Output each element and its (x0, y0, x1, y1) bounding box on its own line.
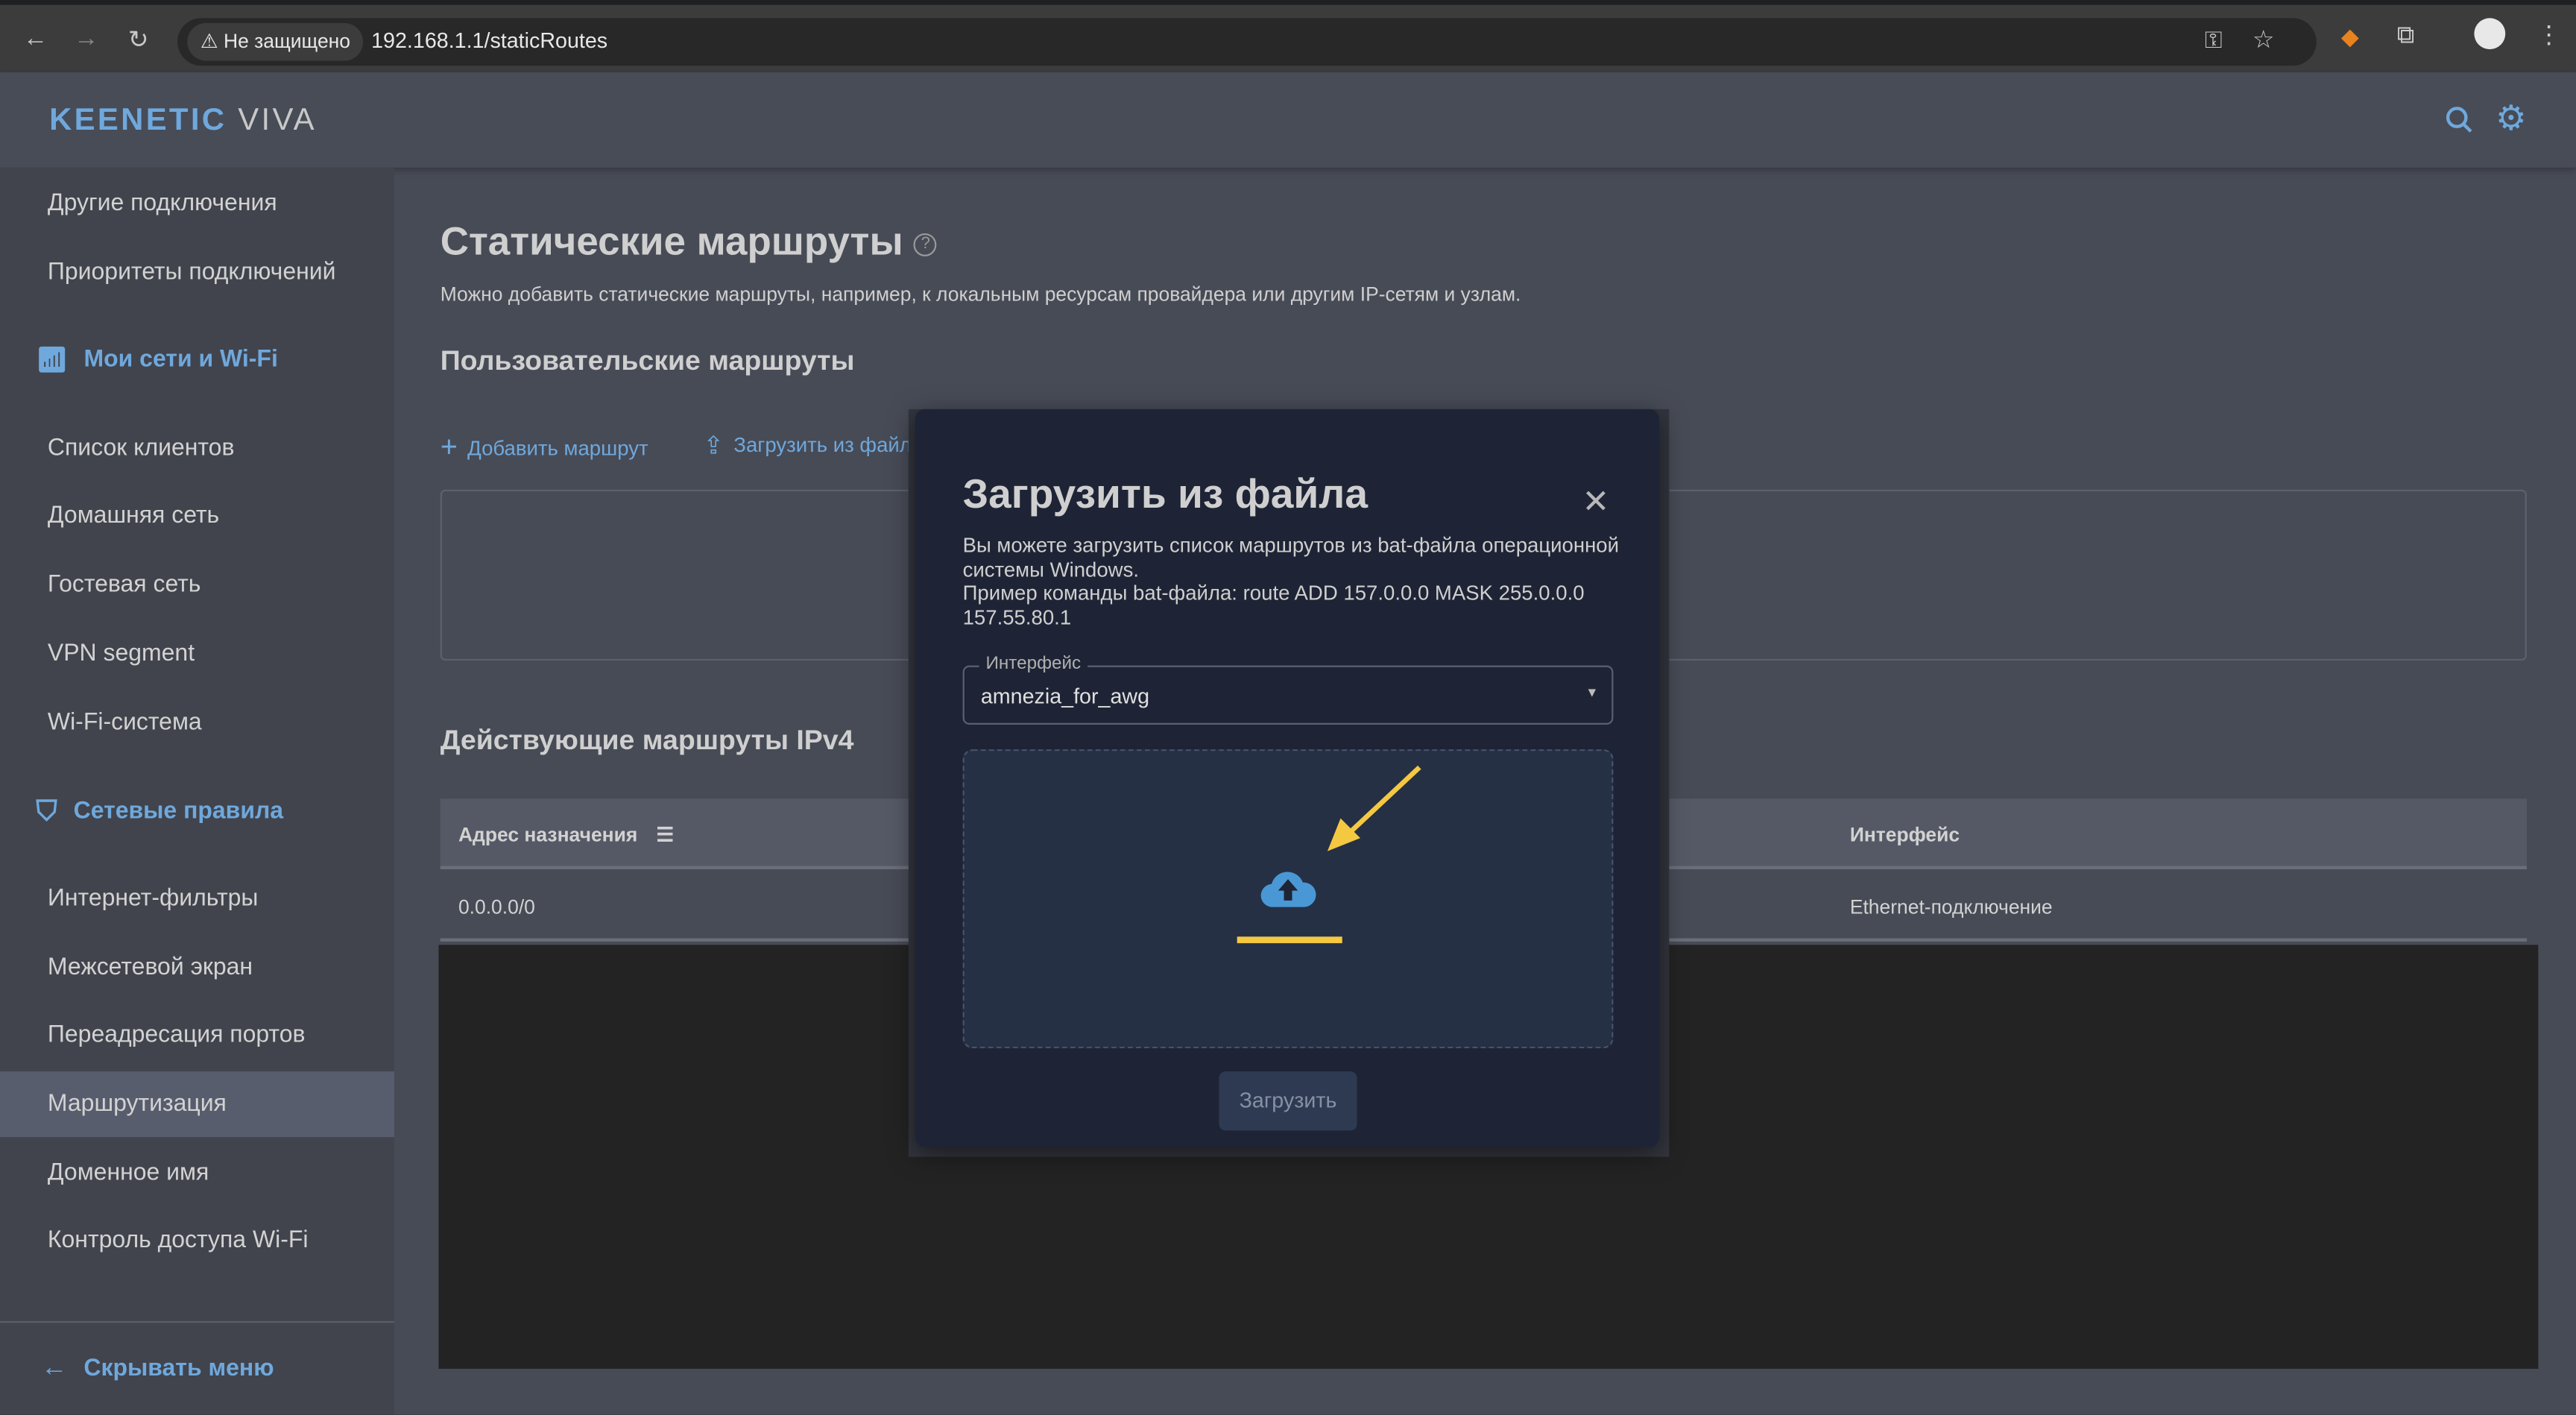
forward-icon[interactable]: → (74, 25, 98, 52)
hide-menu-button[interactable]: ← Скрывать меню (41, 1354, 274, 1384)
divider (0, 1321, 394, 1323)
sidebar-item-home-network[interactable]: Домашняя сеть (0, 483, 394, 549)
sidebar-item-guest-network[interactable]: Гостевая сеть (0, 552, 394, 618)
dialog-title: Загрузить из файла (962, 471, 1368, 518)
add-route-button[interactable]: + Добавить маршрут (441, 430, 648, 464)
logo[interactable]: KEENETIC VIVA (49, 104, 317, 139)
upload-icon: ⇪ (703, 432, 724, 461)
sidebar-item-internet-filters[interactable]: Интернет-фильтры (0, 866, 394, 932)
star-icon[interactable]: ☆ (2253, 25, 2275, 54)
key-icon[interactable]: ⚿ (2205, 26, 2222, 54)
load-label: Загрузить из файла (733, 433, 924, 457)
annotation-underline (1237, 936, 1342, 944)
wifi-icon: 📶︎ (36, 347, 68, 375)
menu-icon[interactable]: ⋮ (2536, 19, 2561, 49)
search-icon[interactable] (2445, 105, 2475, 135)
page-title: Статические маршруты ? (441, 220, 938, 266)
load-from-file-button[interactable]: ⇪ Загрузить из файла (703, 430, 923, 460)
reload-icon[interactable]: ↻ (128, 25, 149, 54)
extensions-icon[interactable]: ⧉ (2397, 22, 2415, 49)
sidebar-item-other-connections[interactable]: Другие подключения (0, 171, 394, 236)
sidebar-item-wifi-system[interactable]: Wi-Fi-система (0, 690, 394, 756)
app-header: KEENETIC VIVA ⚙ (0, 72, 2576, 168)
interface-label: Интерфейс (979, 654, 1088, 674)
active-routes-title: Действующие маршруты IPv4 (440, 725, 854, 756)
back-icon[interactable]: ← (23, 25, 48, 52)
arrow-left-icon: ← (41, 1354, 68, 1382)
page-description: Можно добавить статические маршруты, нап… (440, 283, 1521, 306)
shield-icon: ⛉ (36, 795, 57, 827)
security-label: Не защищено (223, 29, 350, 53)
sidebar-item-routing[interactable]: Маршрутизация (0, 1071, 394, 1138)
section-label: Сетевые правила (73, 798, 284, 825)
user-routes-title: Пользовательские маршруты (440, 344, 855, 376)
cell-destination: 0.0.0.0/0 (458, 895, 535, 919)
add-route-label: Добавить маршрут (467, 436, 648, 460)
sidebar-item-clients[interactable]: Список клиентов (0, 416, 394, 482)
security-chip[interactable]: ⚠ Не защищено (187, 22, 364, 61)
plus-icon: + (440, 430, 458, 464)
address-bar[interactable]: ⚠ Не защищено 192.168.1.1/staticRoutes ⚿… (177, 18, 2317, 66)
help-icon[interactable]: ? (914, 233, 938, 256)
sidebar-item-domain-name[interactable]: Доменное имя (0, 1141, 394, 1206)
cell-interface: Ethernet-подключение (1849, 895, 2053, 919)
cloud-upload-icon[interactable] (1260, 866, 1316, 909)
column-destination[interactable]: Адрес назначения ☰ (458, 823, 674, 846)
chevron-down-icon: ▼ (1585, 685, 1599, 700)
sidebar-item-wifi-access-control[interactable]: Контроль доступа Wi-Fi (0, 1208, 394, 1273)
dialog-description: Вы можете загрузить список маршрутов из … (962, 534, 1620, 629)
url-text[interactable]: 192.168.1.1/staticRoutes (371, 28, 607, 52)
sidebar-item-vpn-segment[interactable]: VPN segment (0, 621, 394, 687)
sidebar-item-port-forwarding[interactable]: Переадресация портов (0, 1003, 394, 1068)
browser-toolbar: ← → ↻ ⚠ Не защищено 192.168.1.1/staticRo… (0, 0, 2576, 72)
gear-icon[interactable]: ⚙ (2496, 98, 2526, 139)
upload-button[interactable]: Загрузить (1219, 1071, 1357, 1131)
section-label: Мои сети и Wi-Fi (83, 347, 278, 374)
sort-icon: ☰ (656, 823, 675, 847)
annotation-arrow (1327, 765, 1421, 851)
metamask-icon[interactable]: ◆ (2341, 23, 2359, 51)
sidebar-item-connection-priorities[interactable]: Приоритеты подключений (0, 240, 394, 306)
sidebar: Другие подключения Приоритеты подключени… (0, 167, 394, 1415)
interface-value: amnezia_for_awg (980, 683, 1150, 708)
column-interface[interactable]: Интерфейс (1850, 823, 1960, 846)
sidebar-section-network-rules[interactable]: ⛉ Сетевые правила (36, 795, 283, 828)
sidebar-section-my-networks[interactable]: 📶︎ Мои сети и Wi-Fi (36, 345, 278, 375)
hide-menu-label: Скрывать меню (83, 1355, 274, 1382)
profile-icon[interactable] (2474, 18, 2506, 50)
upload-dialog: Загрузить из файла ✕ Вы можете загрузить… (915, 409, 1660, 1147)
interface-select[interactable]: Интерфейс amnezia_for_awg ▼ (962, 654, 1614, 725)
sidebar-item-firewall[interactable]: Межсетевой экран (0, 935, 394, 1000)
close-icon[interactable]: ✕ (1582, 482, 1610, 523)
file-drop-zone[interactable] (962, 749, 1614, 1049)
